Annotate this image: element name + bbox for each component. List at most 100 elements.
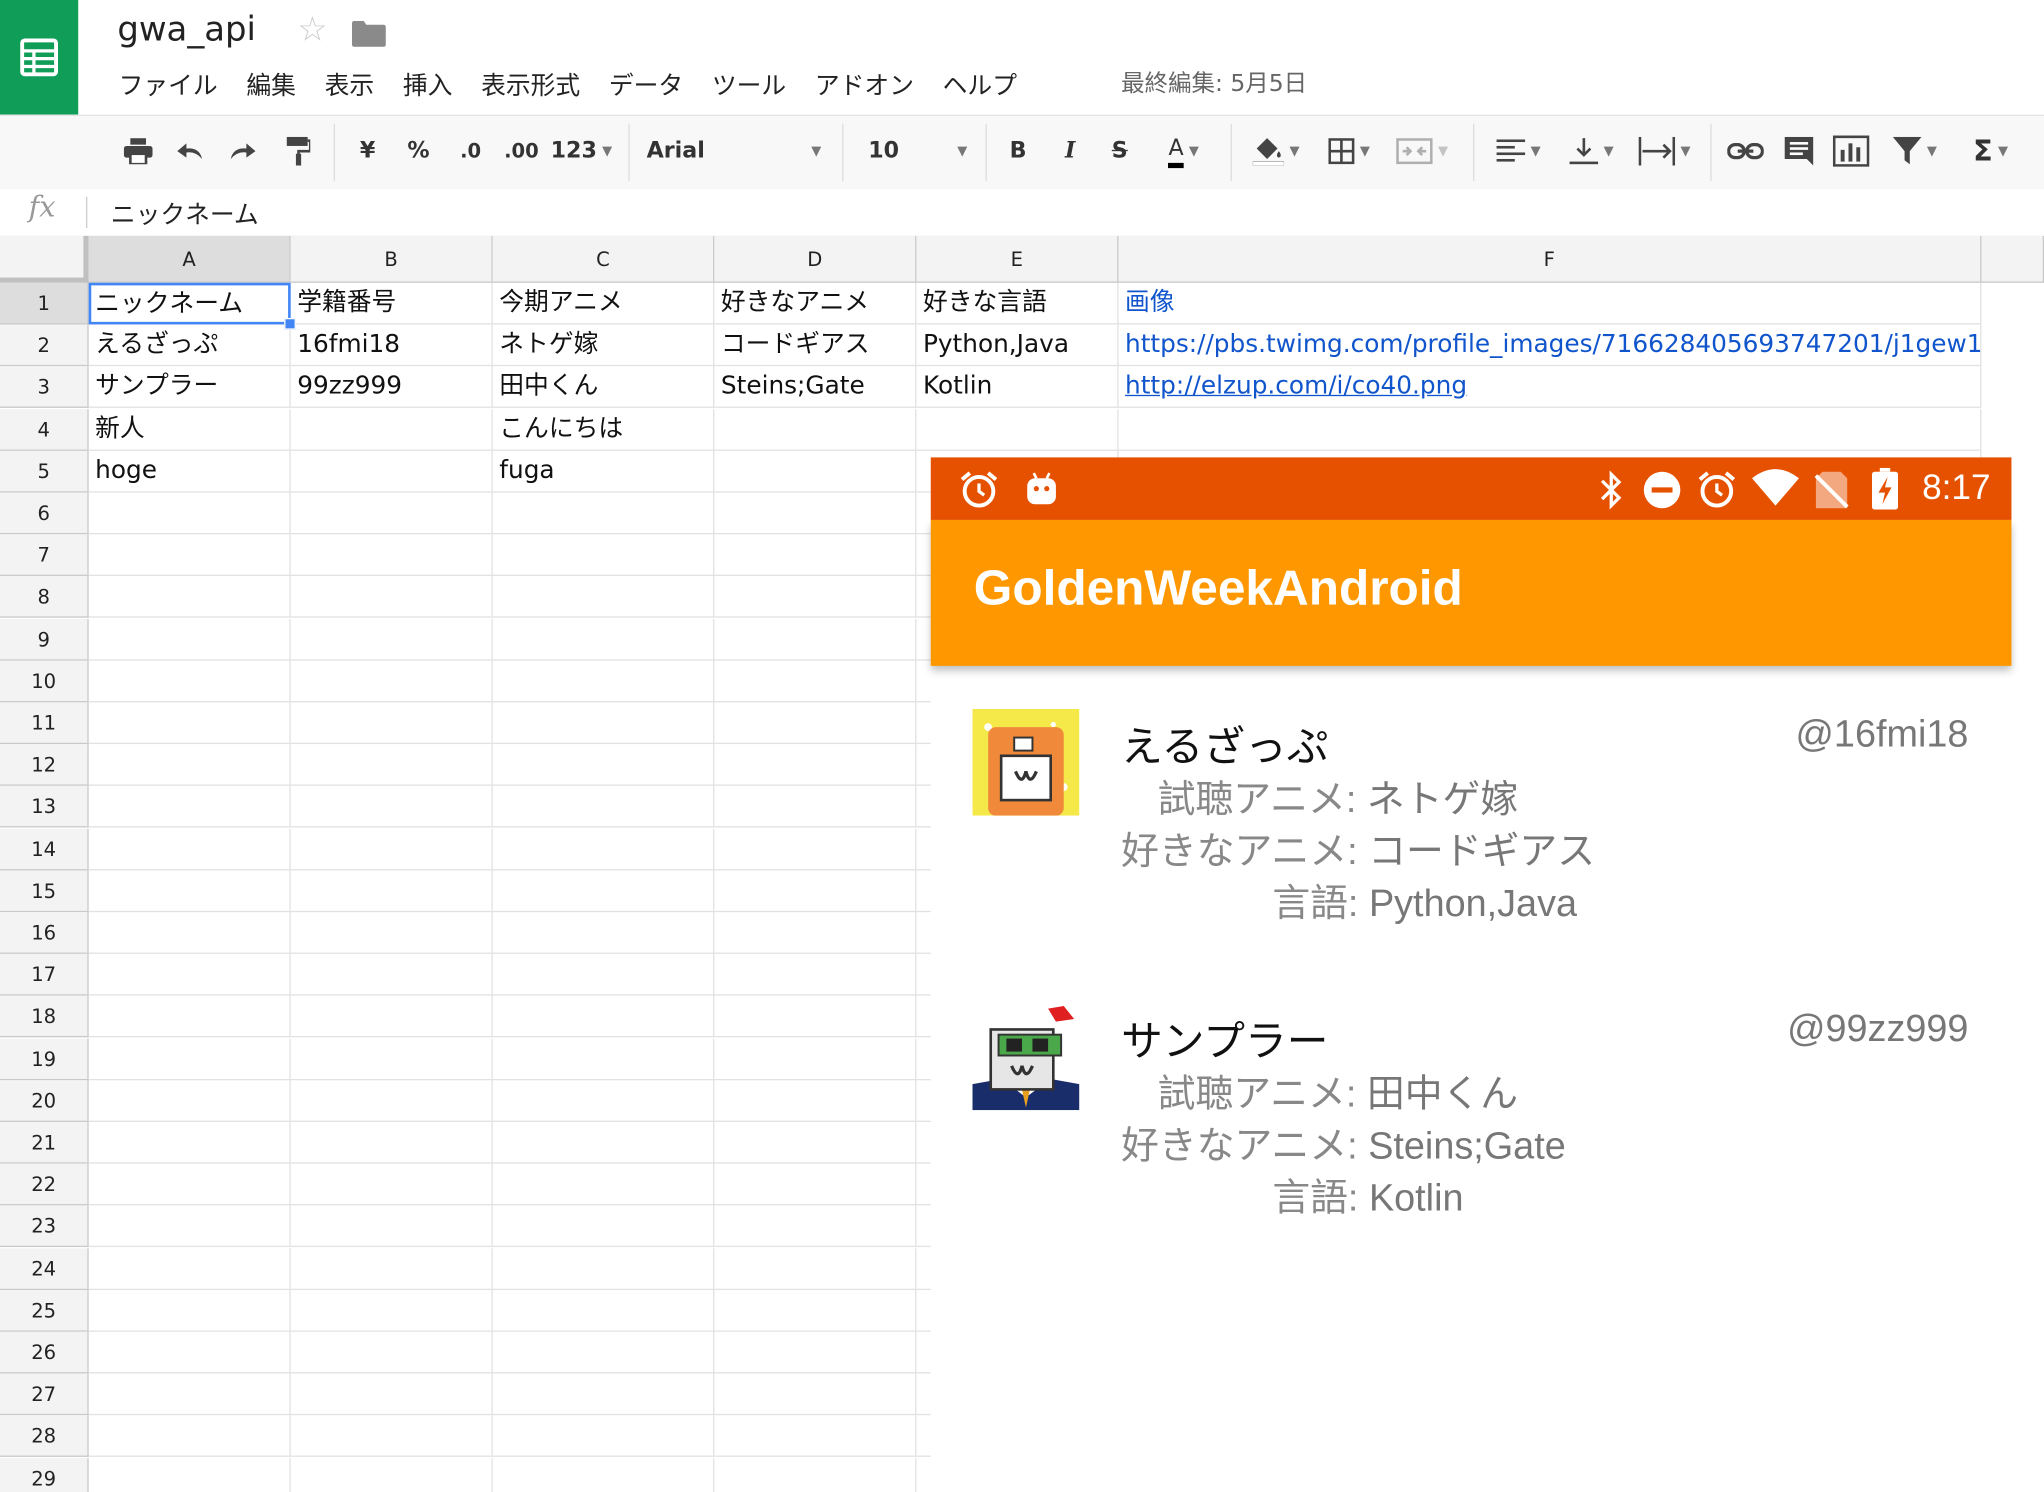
cell-a13[interactable] [88, 786, 291, 828]
italic-button[interactable]: I [1056, 129, 1085, 173]
row-header-29[interactable]: 29 [0, 1457, 89, 1492]
text-color-button[interactable]: A ▼ [1152, 129, 1215, 173]
decrease-decimal-button[interactable]: .0 [451, 129, 490, 173]
cell-d26[interactable] [714, 1331, 917, 1374]
row-header-27[interactable]: 27 [0, 1373, 89, 1416]
formula-input[interactable]: ニックネーム [111, 195, 259, 230]
cell-c23[interactable] [492, 1205, 715, 1248]
cell-b18[interactable] [290, 996, 493, 1038]
cell-c21[interactable] [492, 1121, 715, 1164]
row-header-9[interactable]: 9 [0, 618, 89, 661]
cell-e2[interactable]: Python,Java [916, 324, 1119, 367]
more-formats-button[interactable]: 123 ▼ [550, 129, 613, 173]
cell-c8[interactable] [492, 576, 715, 619]
user-card[interactable]: えるざっぷ @16fmi18 試聴アニメ: ネトゲ嫁 好きなアニメ: コードギア… [931, 708, 2012, 970]
cell-b15[interactable] [290, 870, 493, 912]
cell-c19[interactable] [492, 1038, 715, 1080]
cell-c20[interactable] [492, 1080, 715, 1122]
row-header-26[interactable]: 26 [0, 1331, 89, 1374]
cell-c6[interactable] [492, 492, 715, 535]
cell-b11[interactable] [290, 702, 493, 745]
cell-d16[interactable] [714, 912, 917, 954]
cell-d12[interactable] [714, 744, 917, 787]
cell-d5[interactable] [714, 450, 917, 493]
column-header-e[interactable]: E [916, 235, 1119, 283]
menu-tools[interactable]: ツール [698, 68, 801, 104]
sheets-logo-icon[interactable] [0, 0, 79, 115]
cell-b25[interactable] [290, 1289, 493, 1332]
cell-b10[interactable] [290, 660, 493, 703]
cell-a29[interactable] [89, 1457, 291, 1492]
cell-c13[interactable] [492, 786, 715, 828]
row-header-18[interactable]: 18 [0, 996, 89, 1038]
cell-a9[interactable] [88, 618, 291, 661]
last-edit-link[interactable]: 最終編集: 5月5日 [1121, 65, 1307, 99]
image-url-link[interactable]: 画像 [1125, 288, 1175, 317]
cell-a5[interactable]: hoge [88, 450, 291, 493]
cell-d8[interactable] [714, 576, 917, 619]
cell-c7[interactable] [492, 534, 715, 577]
star-icon[interactable]: ☆ [297, 10, 327, 49]
cell-b8[interactable] [290, 576, 493, 619]
borders-button[interactable]: ▼ [1319, 129, 1379, 173]
cell-c29[interactable] [493, 1457, 715, 1492]
menu-edit[interactable]: 編集 [232, 68, 310, 104]
image-url-link[interactable]: http://elzup.com/i/co40.png [1125, 372, 1467, 401]
cell-b12[interactable] [290, 744, 493, 787]
cell-b9[interactable] [290, 618, 493, 661]
cell-b29[interactable] [291, 1457, 493, 1492]
cell-d1[interactable]: 好きなアニメ [714, 282, 917, 325]
cell-d24[interactable] [714, 1247, 917, 1290]
cell-a2[interactable]: えるざっぷ [88, 324, 291, 367]
cell-d19[interactable] [714, 1038, 917, 1080]
cell-c22[interactable] [492, 1163, 715, 1206]
cell-d17[interactable] [714, 954, 917, 996]
cell-d18[interactable] [714, 996, 917, 1038]
cell-a27[interactable] [88, 1373, 291, 1416]
fill-color-button[interactable]: ▼ [1246, 129, 1306, 173]
cell-a28[interactable] [88, 1415, 291, 1458]
cell-d28[interactable] [714, 1415, 917, 1458]
cell-b28[interactable] [290, 1415, 493, 1458]
cell-a1[interactable]: ニックネーム [88, 282, 291, 325]
cell-c2[interactable]: ネトゲ嫁 [492, 324, 715, 367]
cell-d23[interactable] [714, 1205, 917, 1248]
cell-a17[interactable] [88, 954, 291, 996]
cell-a3[interactable]: サンプラー [88, 366, 291, 409]
row-header-3[interactable]: 3 [0, 366, 89, 409]
cell-a22[interactable] [88, 1163, 291, 1206]
select-all-corner[interactable] [0, 235, 89, 283]
cell-c27[interactable] [492, 1373, 715, 1416]
cell-a10[interactable] [88, 660, 291, 703]
column-header-b[interactable]: B [290, 235, 493, 283]
cell-b14[interactable] [290, 828, 493, 870]
cell-d10[interactable] [714, 660, 917, 703]
row-header-13[interactable]: 13 [0, 786, 89, 828]
column-header-c[interactable]: C [492, 235, 715, 283]
cell-c12[interactable] [492, 744, 715, 787]
cell-a25[interactable] [88, 1289, 291, 1332]
row-header-17[interactable]: 17 [0, 954, 89, 996]
row-header-16[interactable]: 16 [0, 912, 89, 954]
row-header-4[interactable]: 4 [0, 408, 89, 451]
cell-d13[interactable] [714, 786, 917, 828]
cell-a16[interactable] [88, 912, 291, 954]
bold-button[interactable]: B [1004, 129, 1033, 173]
row-header-19[interactable]: 19 [0, 1038, 89, 1080]
vertical-align-button[interactable]: ▼ [1562, 129, 1622, 173]
cell-b20[interactable] [290, 1080, 493, 1122]
cell-d27[interactable] [714, 1373, 917, 1416]
cell-c28[interactable] [492, 1415, 715, 1458]
cell-b26[interactable] [290, 1331, 493, 1374]
cell-a7[interactable] [88, 534, 291, 577]
cell-f3[interactable]: http://elzup.com/i/co40.png [1118, 366, 1982, 409]
cell-a12[interactable] [88, 744, 291, 787]
row-header-2[interactable]: 2 [0, 324, 89, 367]
cell-a14[interactable] [88, 828, 291, 870]
row-header-21[interactable]: 21 [0, 1121, 89, 1164]
cell-d29[interactable] [714, 1457, 917, 1492]
fill-handle[interactable] [284, 317, 296, 330]
row-header-11[interactable]: 11 [0, 702, 89, 745]
cell-a26[interactable] [88, 1331, 291, 1374]
cell-b7[interactable] [290, 534, 493, 577]
